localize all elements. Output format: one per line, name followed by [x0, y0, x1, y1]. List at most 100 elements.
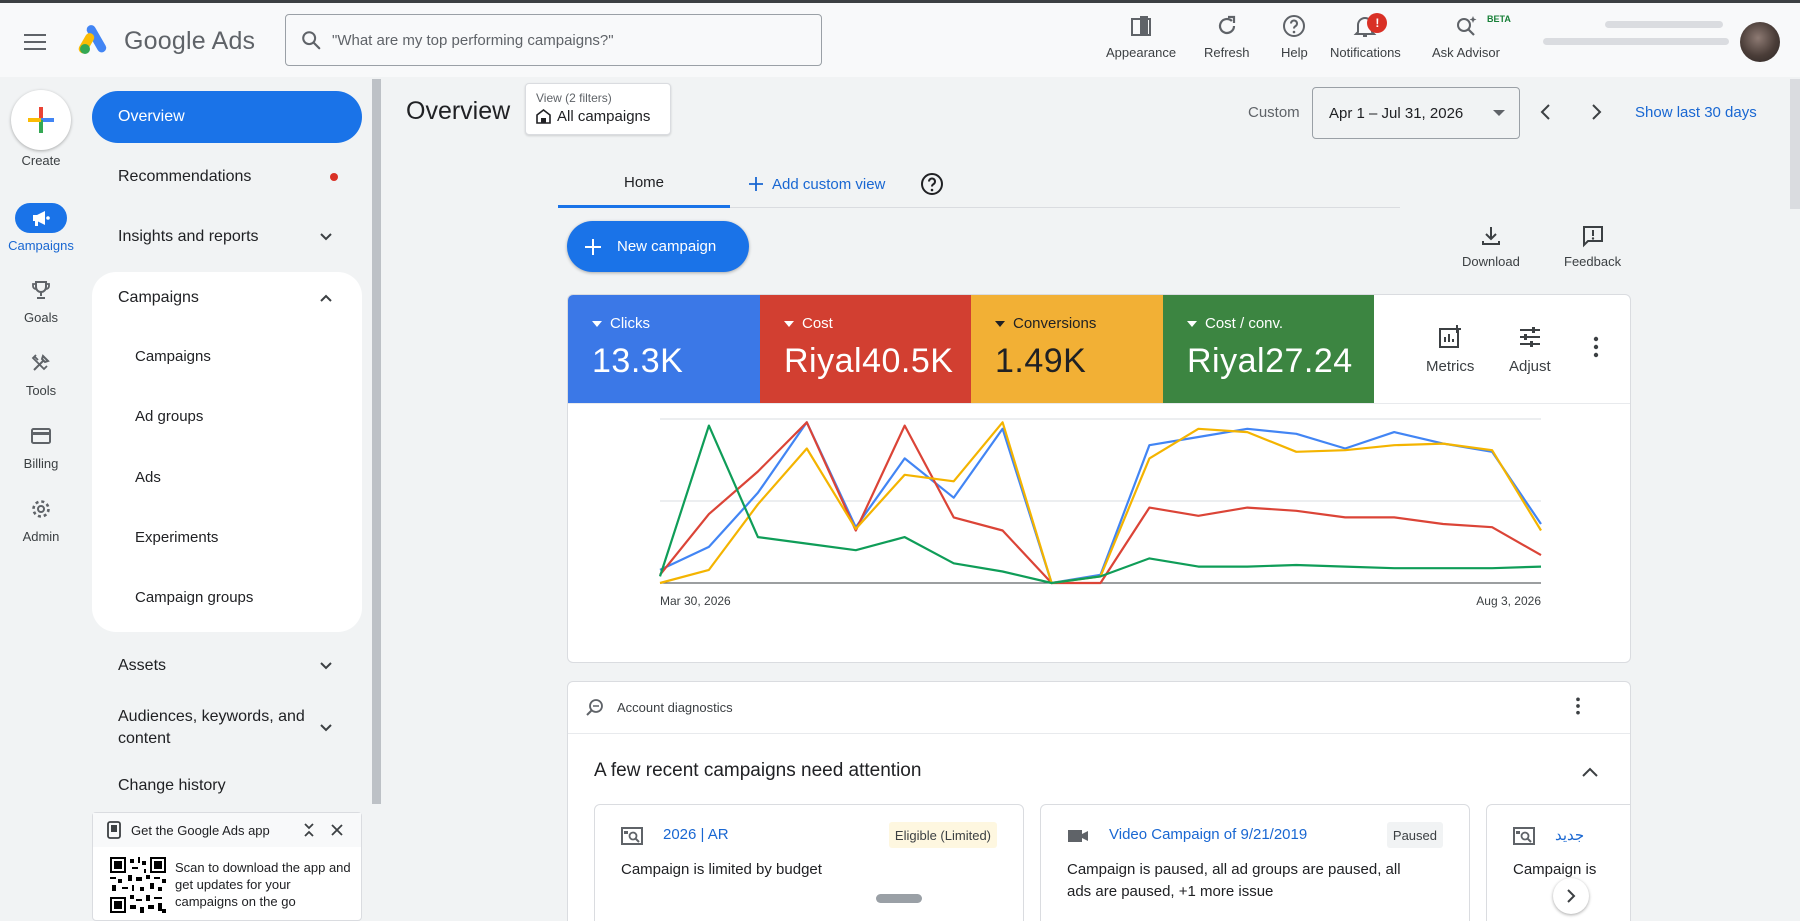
search-campaign-icon: [621, 827, 643, 845]
nav-item-assets[interactable]: Assets: [92, 640, 362, 692]
adjust-button[interactable]: Adjust: [1509, 295, 1551, 403]
app-promo-card: Get the Google Ads app Scan to download …: [92, 812, 362, 921]
search-input[interactable]: [332, 31, 812, 49]
series-line-0: [659, 421, 1542, 585]
audiences-line2: content: [118, 730, 171, 747]
metric-tile-clicks[interactable]: Clicks 13.3K: [568, 295, 760, 403]
view-filter-chip[interactable]: View (2 filters) All campaigns: [525, 83, 671, 135]
avatar[interactable]: [1740, 22, 1780, 62]
notifications-button[interactable]: ! Notifications: [1330, 11, 1401, 71]
google-ads-logo[interactable]: [78, 23, 114, 55]
campaign-issue-card[interactable]: 2026 | AR Eligible (Limited) Campaign is…: [594, 804, 1024, 921]
metric-value-conversions: 1.49K: [995, 342, 1087, 380]
account-info-redacted[interactable]: [1543, 21, 1729, 65]
search-bar[interactable]: [285, 14, 822, 66]
phone-icon: [107, 821, 121, 839]
nav-sub-experiments[interactable]: Experiments: [135, 529, 218, 546]
download-icon: [1481, 227, 1500, 245]
metric-label-clicks: Clicks: [592, 315, 760, 332]
show-last-30-days-link[interactable]: Show last 30 days: [1635, 104, 1757, 121]
collapse-icon[interactable]: [301, 822, 317, 838]
download-label: Download: [1462, 254, 1520, 269]
campaign-name-link[interactable]: Video Campaign of 9/21/2019: [1109, 826, 1307, 843]
rail-label-campaigns: Campaigns: [8, 238, 74, 253]
refresh-button[interactable]: Refresh: [1204, 11, 1250, 71]
rail-item-tools[interactable]: Tools: [0, 348, 82, 398]
feedback-button[interactable]: Feedback: [1564, 224, 1621, 269]
chevron-down-icon: [320, 233, 332, 241]
beta-tag: BETA: [1487, 14, 1511, 24]
rail-item-billing[interactable]: Billing: [0, 421, 82, 471]
adjust-label: Adjust: [1509, 357, 1551, 375]
rail-label-tools: Tools: [25, 383, 57, 398]
nav-sub-campaign-groups[interactable]: Campaign groups: [135, 589, 253, 606]
date-range-picker[interactable]: Apr 1 – Jul 31, 2026: [1312, 87, 1520, 139]
nav-sub-ads[interactable]: Ads: [135, 469, 161, 486]
ask-advisor-button[interactable]: BETA Ask Advisor: [1432, 11, 1511, 71]
nav-label-insights: Insights and reports: [118, 228, 259, 245]
store-icon: [536, 109, 551, 124]
nav-label-assets: Assets: [118, 657, 167, 674]
carousel-next-button[interactable]: [1553, 878, 1589, 914]
nav-label-audiences: Audiences, keywords, and content: [118, 706, 305, 750]
rail-label-goals: Goals: [24, 310, 58, 325]
page-scrollbar[interactable]: [1790, 79, 1800, 209]
chevron-right-icon[interactable]: [1584, 100, 1608, 124]
dropdown-triangle-icon: [784, 320, 794, 327]
campaign-issue-desc: Campaign is paused, all ad groups are pa…: [1067, 859, 1401, 903]
rail-item-campaigns[interactable]: Campaigns: [0, 203, 82, 253]
download-button[interactable]: Download: [1462, 224, 1520, 269]
feedback-label: Feedback: [1564, 254, 1622, 269]
nav-item-overview[interactable]: Overview: [92, 91, 362, 143]
nav-item-campaigns-group[interactable]: Campaigns: [92, 272, 362, 324]
new-campaign-button[interactable]: New campaign: [567, 221, 749, 272]
chevron-left-icon[interactable]: [1534, 100, 1558, 124]
nav-item-recommendations[interactable]: Recommendations: [92, 151, 362, 203]
chevron-up-icon[interactable]: [1578, 760, 1602, 784]
campaign-issue-card[interactable]: Video Campaign of 9/21/2019 Paused Campa…: [1040, 804, 1470, 921]
appearance-button[interactable]: Appearance: [1106, 11, 1176, 71]
nav-item-insights[interactable]: Insights and reports: [92, 211, 362, 263]
metric-tile-conversions[interactable]: Conversions 1.49K: [971, 295, 1163, 403]
metrics-button[interactable]: Metrics: [1426, 295, 1474, 403]
campaign-name-link[interactable]: جديد: [1555, 826, 1584, 844]
campaign-name-link[interactable]: 2026 | AR: [663, 826, 729, 843]
help-circle-icon[interactable]: [920, 172, 944, 196]
date-range-type: Custom: [1248, 104, 1300, 121]
audiences-line1: Audiences, keywords, and: [118, 708, 305, 725]
add-custom-view-tab[interactable]: Add custom view: [748, 160, 885, 208]
chevron-down-icon: [320, 662, 332, 670]
rail-item-admin[interactable]: Admin: [0, 494, 82, 544]
campaign-issue-desc: Campaign is: [1513, 861, 1597, 878]
plus-icon: [749, 177, 763, 191]
help-label: Help: [1281, 45, 1308, 60]
carousel-scroll-indicator[interactable]: [876, 894, 922, 903]
nav-scrollbar[interactable]: [372, 79, 381, 804]
menu-icon[interactable]: [24, 27, 56, 57]
create-button[interactable]: [11, 90, 71, 150]
rail-item-goals[interactable]: Goals: [0, 275, 82, 325]
close-icon[interactable]: [329, 822, 345, 838]
more-vert-icon[interactable]: [1592, 335, 1600, 359]
line-chart: Mar 30, 2026 Aug 3, 2026: [658, 418, 1542, 608]
rail-label-admin: Admin: [22, 529, 60, 544]
series-line-1: [659, 421, 1542, 585]
page-title: Overview: [406, 97, 511, 125]
qr-code-image: [110, 857, 166, 913]
metric-tile-cost-per-conv[interactable]: Cost / conv. Riyal27.24: [1163, 295, 1374, 403]
refresh-label: Refresh: [1204, 45, 1250, 60]
more-vert-icon[interactable]: [1568, 696, 1588, 716]
help-button[interactable]: Help: [1281, 11, 1308, 71]
metric-name-cost-per-conv: Cost / conv.: [1205, 315, 1284, 332]
nav-sub-ad-groups[interactable]: Ad groups: [135, 408, 203, 425]
tab-home[interactable]: Home: [558, 160, 730, 208]
nav-sub-campaigns[interactable]: Campaigns: [135, 348, 211, 365]
metric-value-cost: Riyal40.5K: [784, 342, 954, 380]
search-campaign-icon: [1513, 827, 1535, 845]
metric-label-conversions: Conversions: [995, 315, 1163, 332]
nav-item-change-history[interactable]: Change history: [92, 760, 362, 812]
x-tick-start: Mar 30, 2026: [660, 594, 731, 608]
metrics-label: Metrics: [1426, 357, 1475, 375]
metric-tile-cost[interactable]: Cost Riyal40.5K: [760, 295, 971, 403]
nav-item-audiences[interactable]: Audiences, keywords, and content: [92, 700, 362, 756]
